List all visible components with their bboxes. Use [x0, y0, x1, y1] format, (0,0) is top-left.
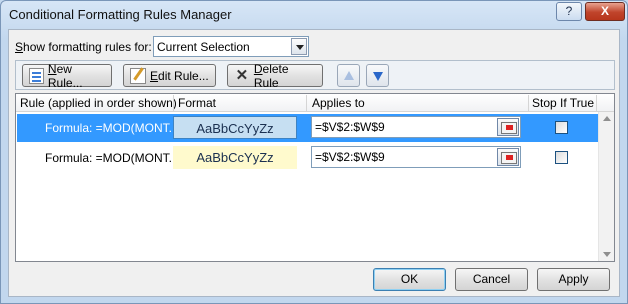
rules-list: Rule (applied in order shown) Format App… — [15, 93, 615, 262]
window-title: Conditional Formatting Rules Manager — [9, 7, 232, 22]
range-picker-icon[interactable] — [497, 118, 519, 136]
edit-rule-button[interactable]: Edit Rule... — [123, 64, 216, 87]
scroll-up-icon[interactable] — [603, 116, 611, 121]
delete-x-icon: ✕ — [235, 66, 249, 84]
column-divider — [596, 95, 597, 111]
stop-if-true-checkbox[interactable] — [555, 151, 568, 164]
dialog-body: Show formatting rules for: Current Selec… — [8, 29, 620, 297]
column-format[interactable]: Format — [178, 96, 216, 110]
chevron-down-icon[interactable] — [291, 38, 307, 55]
range-picker-icon[interactable] — [497, 148, 519, 166]
column-divider[interactable] — [528, 95, 529, 111]
ok-button[interactable]: OK — [373, 268, 446, 291]
rules-toolbar: New Rule... Edit Rule... ✕ Delete Rule — [15, 60, 615, 90]
scroll-down-icon[interactable] — [603, 252, 611, 257]
move-up-arrow-icon[interactable] — [337, 64, 360, 87]
close-button[interactable]: X — [585, 2, 625, 21]
column-applies-to[interactable]: Applies to — [312, 96, 365, 110]
vertical-scrollbar[interactable] — [598, 112, 614, 261]
new-rule-icon — [29, 67, 44, 84]
move-down-arrow-icon[interactable] — [366, 64, 389, 87]
rules-list-header: Rule (applied in order shown) Format App… — [16, 94, 614, 112]
new-rule-button[interactable]: New Rule... — [22, 62, 112, 90]
rule-description: Formula: =MOD(MONT... — [45, 121, 179, 135]
show-rules-label: Show formatting rules for: — [15, 40, 152, 54]
column-divider[interactable] — [306, 95, 307, 111]
stop-if-true-checkbox[interactable] — [555, 121, 568, 134]
delete-rule-button[interactable]: ✕ Delete Rule — [227, 62, 323, 90]
edit-rule-icon — [130, 67, 146, 84]
help-button[interactable]: ? — [556, 2, 582, 21]
rule-row-1[interactable]: Formula: =MOD(MONT... AaBbCcYyZz =$V$2:$… — [17, 114, 598, 142]
title-bar[interactable]: Conditional Formatting Rules Manager ? X — [1, 1, 627, 29]
rule-description: Formula: =MOD(MONT... — [45, 151, 179, 165]
show-rules-value: Current Selection — [157, 40, 250, 54]
dialog-window: Conditional Formatting Rules Manager ? X… — [0, 0, 628, 304]
format-preview: AaBbCcYyZz — [173, 146, 297, 169]
rule-row-2[interactable]: Formula: =MOD(MONT... AaBbCcYyZz =$V$2:$… — [17, 144, 598, 172]
column-rule[interactable]: Rule (applied in order shown) — [20, 96, 177, 110]
apply-button[interactable]: Apply — [537, 268, 610, 291]
show-rules-dropdown[interactable]: Current Selection — [153, 36, 309, 57]
column-stop-if-true[interactable]: Stop If True — [532, 96, 594, 110]
cancel-button[interactable]: Cancel — [455, 268, 528, 291]
format-preview: AaBbCcYyZz — [173, 116, 297, 139]
applies-to-field[interactable]: =$V$2:$W$9 — [311, 116, 521, 138]
applies-to-field[interactable]: =$V$2:$W$9 — [311, 146, 521, 168]
column-divider[interactable] — [173, 95, 174, 111]
